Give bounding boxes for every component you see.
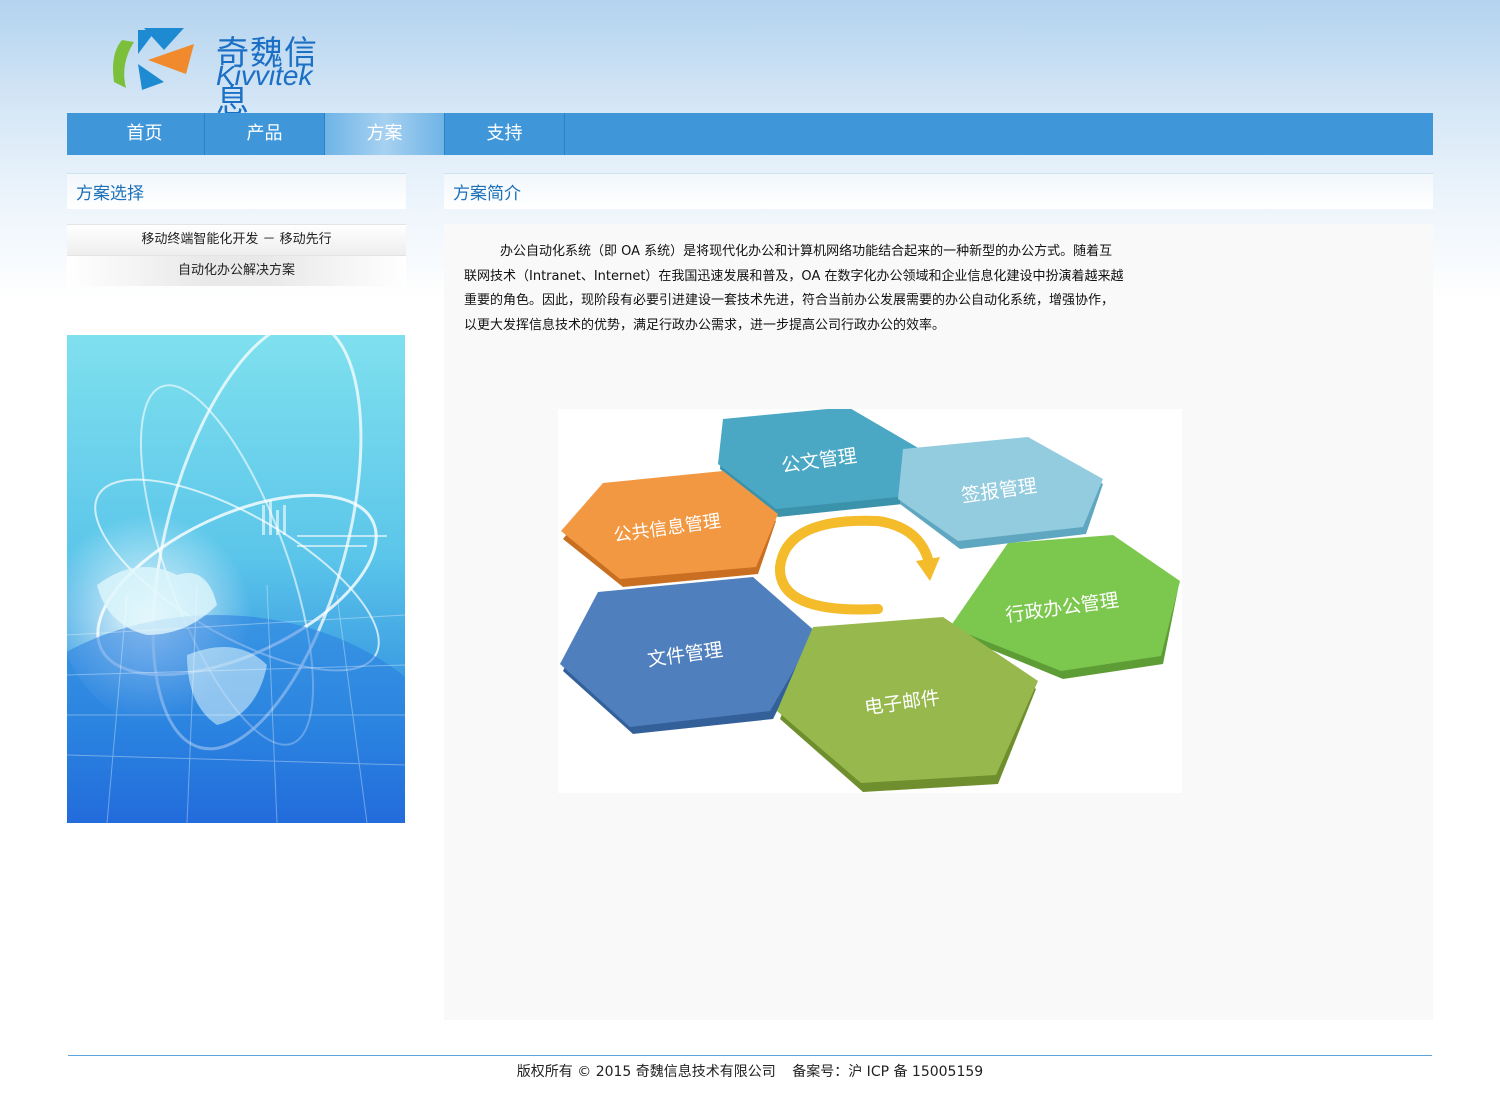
cycle-arrow-icon xyxy=(775,515,940,615)
site-footer: 版权所有 © 2015 奇魏信息技术有限公司 备案号：沪 ICP 备 15005… xyxy=(0,1061,1500,1081)
main-header: 方案简介 xyxy=(444,173,1433,209)
hex-report-approval: 签报管理 xyxy=(898,437,1103,549)
solution-item-oa[interactable]: 自动化办公解决方案 xyxy=(67,255,406,286)
footer-divider xyxy=(68,1055,1432,1056)
main-nav: 首页 产品 方案 支持 xyxy=(67,113,1433,155)
nav-item-products[interactable]: 产品 xyxy=(205,113,325,155)
globe-network-illustration xyxy=(67,335,405,823)
sidebar-header: 方案选择 xyxy=(67,173,406,209)
main-title: 方案简介 xyxy=(453,184,521,204)
nav-item-solutions[interactable]: 方案 xyxy=(325,113,445,155)
site-logo[interactable]: 奇魏信息 Kivvitek xyxy=(108,24,338,120)
footer-icp[interactable]: 备案号：沪 ICP 备 15005159 xyxy=(792,1064,983,1080)
solution-item-mobile[interactable]: 移动终端智能化开发 － 移动先行 xyxy=(67,224,406,255)
kivvitek-logo-icon xyxy=(113,28,194,90)
intro-paragraph: 办公自动化系统（即 OA 系统）是将现代化办公和计算机网络功能结合起来的一种新型… xyxy=(464,244,1124,333)
nav-item-home[interactable]: 首页 xyxy=(85,113,205,155)
hexagon-modules-graphic: 公文管理 签报管理 公共信息管理 行政办公管理 文件管理 电子邮件 xyxy=(560,407,1180,792)
nav-item-support[interactable]: 支持 xyxy=(445,113,565,155)
sidebar-title: 方案选择 xyxy=(76,184,144,204)
footer-copyright: 版权所有 © 2015 奇魏信息技术有限公司 xyxy=(516,1064,776,1080)
brand-name-en: Kivvitek xyxy=(216,60,313,91)
solution-list: 移动终端智能化开发 － 移动先行 自动化办公解决方案 xyxy=(67,224,406,286)
main-content: 办公自动化系统（即 OA 系统）是将现代化办公和计算机网络功能结合起来的一种新型… xyxy=(444,224,1433,1020)
oa-module-diagram: 公文管理 签报管理 公共信息管理 行政办公管理 文件管理 电子邮件 xyxy=(558,407,1182,793)
site-header: 奇魏信息 Kivvitek xyxy=(0,0,1500,120)
sidebar-globe-image xyxy=(67,335,405,823)
